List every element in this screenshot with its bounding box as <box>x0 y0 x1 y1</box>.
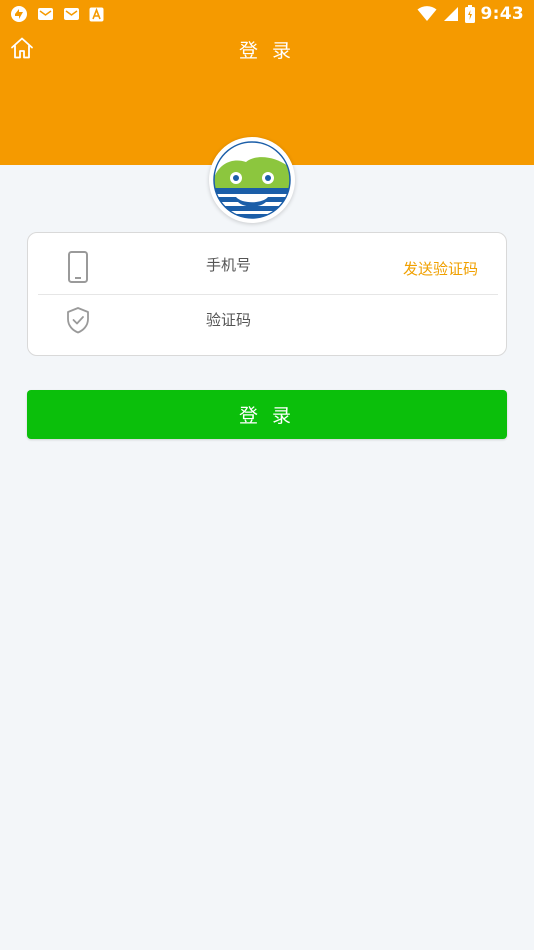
phone-input[interactable] <box>206 251 396 279</box>
logo-icon <box>213 141 291 219</box>
battery-icon <box>464 5 475 23</box>
shield-check-icon <box>67 307 89 334</box>
status-time: 9:43 <box>480 4 524 24</box>
phone-row: 发送验证码 <box>28 233 508 294</box>
app-logo <box>209 137 295 223</box>
login-button[interactable]: 登 录 <box>27 390 507 439</box>
wifi-icon <box>417 6 437 22</box>
status-left-icons <box>10 5 104 23</box>
login-form-card: 发送验证码 <box>27 232 507 356</box>
cell-signal-icon <box>443 7 458 21</box>
mail-icon <box>64 8 79 20</box>
page-title: 登 录 <box>238 40 296 62</box>
status-bar: 9:43 <box>0 0 534 28</box>
shield-icon-wrap <box>64 304 92 336</box>
font-app-icon <box>89 7 104 21</box>
login-page: 9:43 登 录 手机号 发送验证码 验证码 登 录 <box>0 0 534 950</box>
phone-icon <box>68 251 88 283</box>
code-input[interactable] <box>206 306 396 334</box>
code-row <box>28 294 508 355</box>
send-code-button[interactable]: 发送验证码 <box>403 258 478 279</box>
status-right-icons: 9:43 <box>417 3 524 25</box>
mail-icon <box>38 8 53 20</box>
phone-icon-wrap <box>64 251 92 283</box>
sync-icon <box>11 6 27 22</box>
